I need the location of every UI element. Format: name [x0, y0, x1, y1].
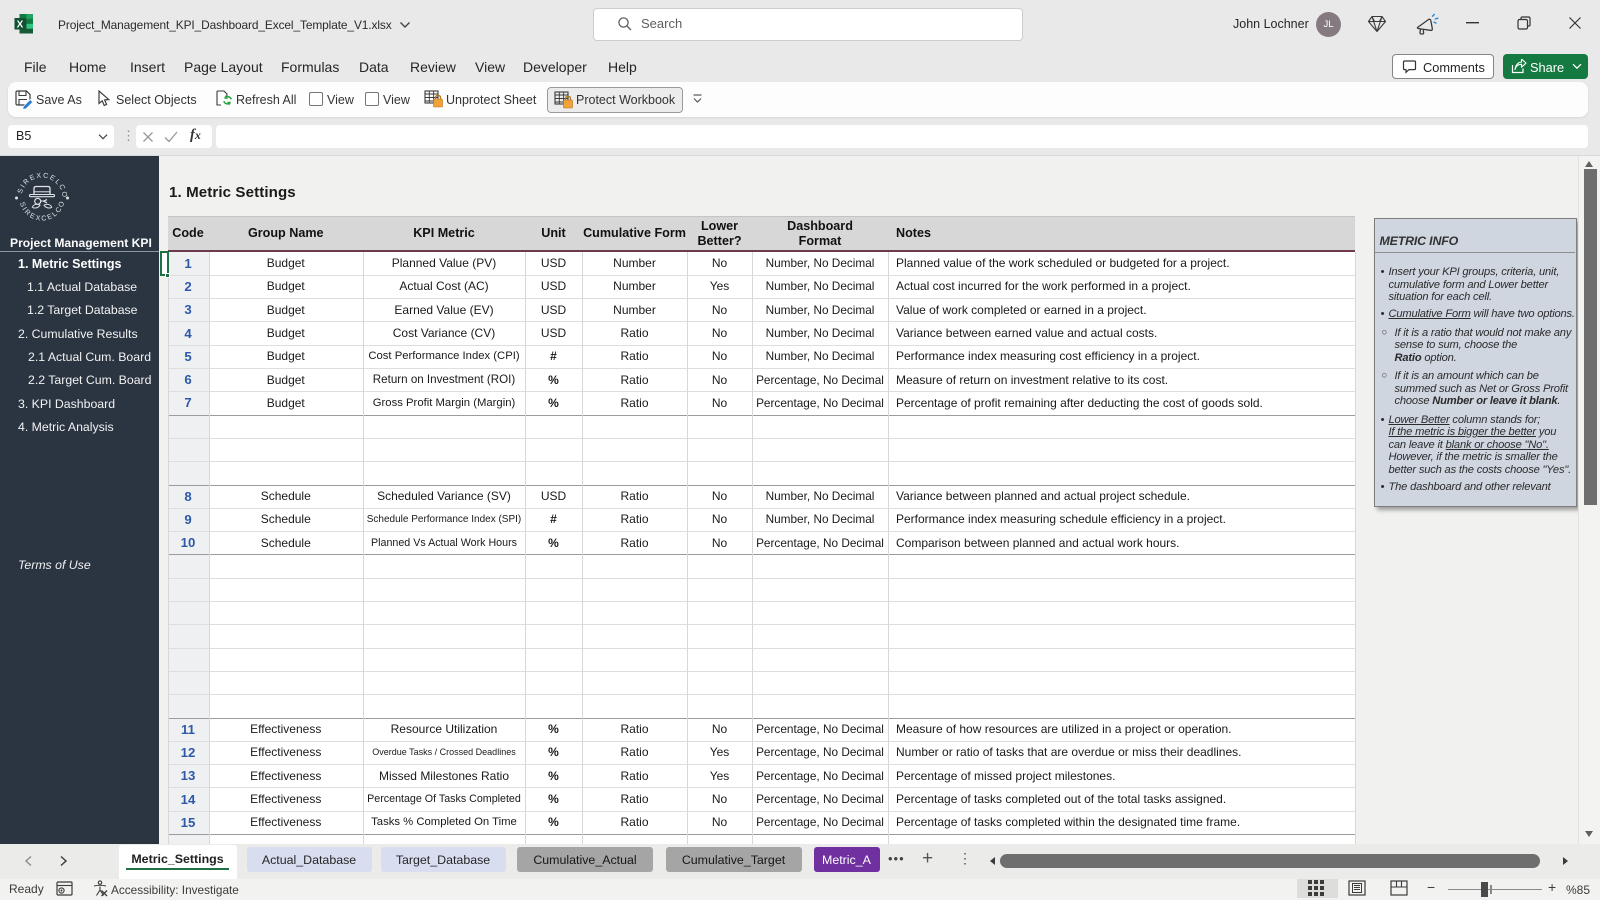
svg-text:SIREXCELCO: SIREXCELCO	[17, 172, 68, 199]
svg-text:X: X	[17, 20, 24, 31]
svg-text:SIREXCELCO: SIREXCELCO	[18, 199, 67, 223]
